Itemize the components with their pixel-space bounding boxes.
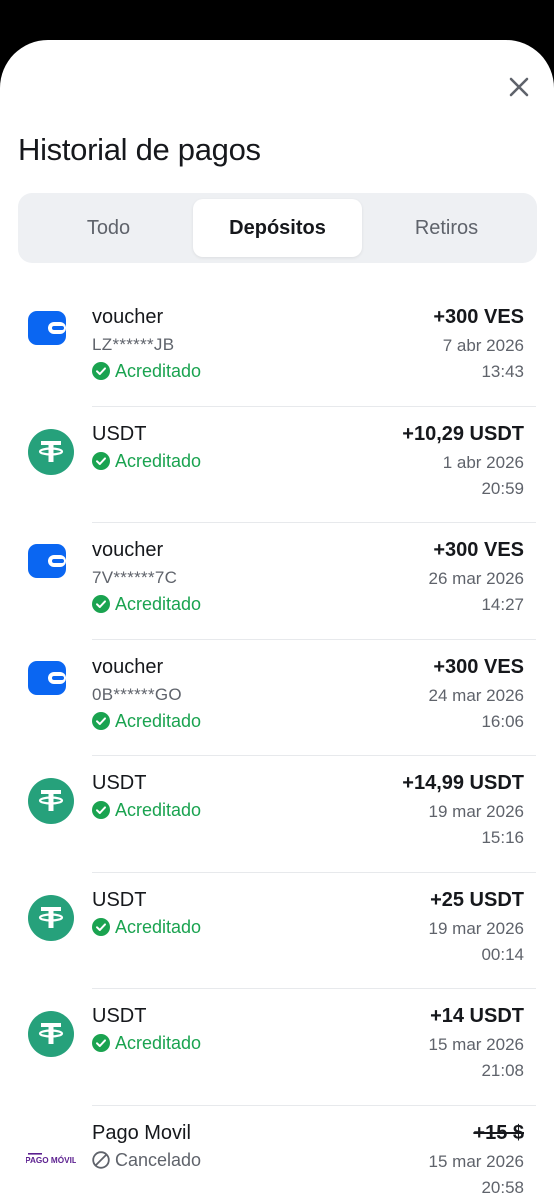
transaction-name: USDT	[92, 422, 147, 445]
tab-retiros[interactable]: Retiros	[362, 199, 531, 257]
transaction-row[interactable]: USDT Acreditado +25 USDT 19 mar 2026 00:…	[0, 873, 554, 989]
transaction-amount: +10,29 USDT	[402, 422, 524, 445]
transaction-row[interactable]: voucher 7V******7C Acreditado +300 VES 2…	[0, 523, 554, 640]
check-circle-icon	[92, 1034, 110, 1052]
tether-icon	[28, 428, 74, 475]
status-label: Cancelado	[115, 1149, 202, 1170]
wallet-icon	[28, 311, 66, 345]
transaction-date: 15 mar 2026	[428, 1151, 524, 1171]
page-title: Historial de pagos	[18, 132, 261, 167]
check-circle-icon	[92, 451, 110, 470]
pago-movil-logo-text: PAGO MÓVIL	[26, 1154, 76, 1165]
transaction-date: 1 abr 2026	[442, 452, 524, 472]
transaction-name: USDT	[92, 888, 147, 911]
transaction-date: 19 mar 2026	[428, 802, 524, 821]
transaction-time: 16:06	[481, 711, 524, 731]
transaction-date: 26 mar 2026	[428, 569, 524, 588]
transaction-amount: +15 $	[473, 1121, 524, 1144]
transaction-amount: +300 VES	[433, 539, 524, 561]
transaction-name: voucher	[92, 539, 164, 561]
transaction-date: 24 mar 2026	[428, 685, 524, 705]
tether-icon	[28, 1011, 74, 1057]
transaction-amount: +14,99 USDT	[402, 772, 524, 794]
check-circle-icon	[92, 362, 110, 380]
transaction-code: 0B******GO	[92, 684, 182, 704]
status-badge: Acreditado	[92, 449, 201, 473]
status-label: Acreditado	[115, 594, 202, 614]
wallet-icon	[28, 660, 66, 695]
transaction-time: 20:59	[481, 478, 524, 498]
transaction-amount: +300 VES	[433, 655, 524, 678]
transaction-date: 15 mar 2026	[428, 1035, 524, 1054]
tab-bar: Todo Depósitos Retiros	[18, 193, 537, 263]
transaction-code: 7V******7C	[92, 568, 178, 587]
transaction-name: voucher	[92, 306, 164, 328]
status-label: Acreditado	[115, 450, 202, 471]
status-label: Acreditado	[115, 1033, 202, 1053]
status-label: Acreditado	[115, 916, 202, 937]
transaction-row[interactable]: USDT Acreditado +10,29 USDT 1 abr 2026 2…	[0, 407, 554, 523]
status-badge: Acreditado	[92, 798, 201, 822]
transaction-amount: +300 VES	[433, 306, 524, 328]
transaction-time: 14:27	[481, 595, 524, 614]
close-button[interactable]	[504, 72, 534, 102]
transaction-time: 00:14	[481, 944, 524, 964]
transaction-name: USDT	[92, 1005, 147, 1027]
cancel-circle-icon	[92, 1150, 110, 1169]
wallet-icon	[28, 544, 66, 578]
transaction-row[interactable]: USDT Acreditado +14,99 USDT 19 mar 2026 …	[0, 756, 554, 873]
status-badge: Cancelado	[92, 1148, 201, 1172]
transaction-row[interactable]: PAGO MÓVIL Pago Movil Cancelado +15 $ 15…	[0, 1106, 554, 1200]
close-icon	[509, 77, 529, 97]
check-circle-icon	[92, 711, 110, 730]
transaction-amount: +14 USDT	[430, 1005, 524, 1027]
transaction-time: 20:58	[481, 1177, 524, 1197]
transaction-amount: +25 USDT	[430, 888, 524, 911]
transaction-list: voucher LZ******JB Acreditado +300 VES 7…	[0, 290, 554, 1200]
status-label: Acreditado	[115, 710, 202, 731]
transaction-time: 15:16	[481, 828, 524, 847]
tab-depositos[interactable]: Depósitos	[193, 199, 362, 257]
status-label: Acreditado	[115, 361, 202, 381]
tether-icon	[28, 894, 74, 941]
transaction-row[interactable]: voucher LZ******JB Acreditado +300 VES 7…	[0, 290, 554, 407]
payment-history-sheet: Historial de pagos Todo Depósitos Retiro…	[0, 40, 554, 1200]
transaction-date: 7 abr 2026	[442, 336, 524, 355]
status-badge: Acreditado	[92, 359, 201, 383]
transaction-row[interactable]: USDT Acreditado +14 USDT 15 mar 2026 21:…	[0, 989, 554, 1106]
check-circle-icon	[92, 801, 110, 819]
status-badge: Acreditado	[92, 592, 201, 616]
pago-movil-logo: PAGO MÓVIL	[26, 1152, 76, 1166]
transaction-name: USDT	[92, 772, 147, 794]
tether-icon	[28, 778, 74, 824]
transaction-row[interactable]: voucher 0B******GO Acreditado +300 VES 2…	[0, 640, 554, 756]
transaction-name: Pago Movil	[92, 1121, 191, 1144]
check-circle-icon	[92, 595, 110, 613]
transaction-name: voucher	[92, 655, 164, 678]
transaction-time: 21:08	[481, 1061, 524, 1080]
status-badge: Acreditado	[92, 915, 201, 939]
check-circle-icon	[92, 917, 110, 936]
transaction-date: 19 mar 2026	[428, 918, 524, 938]
status-badge: Acreditado	[92, 709, 201, 733]
tab-todo[interactable]: Todo	[24, 199, 193, 257]
transaction-time: 13:43	[481, 362, 524, 381]
status-label: Acreditado	[115, 800, 202, 820]
transaction-code: LZ******JB	[92, 335, 175, 354]
status-badge: Acreditado	[92, 1031, 201, 1055]
